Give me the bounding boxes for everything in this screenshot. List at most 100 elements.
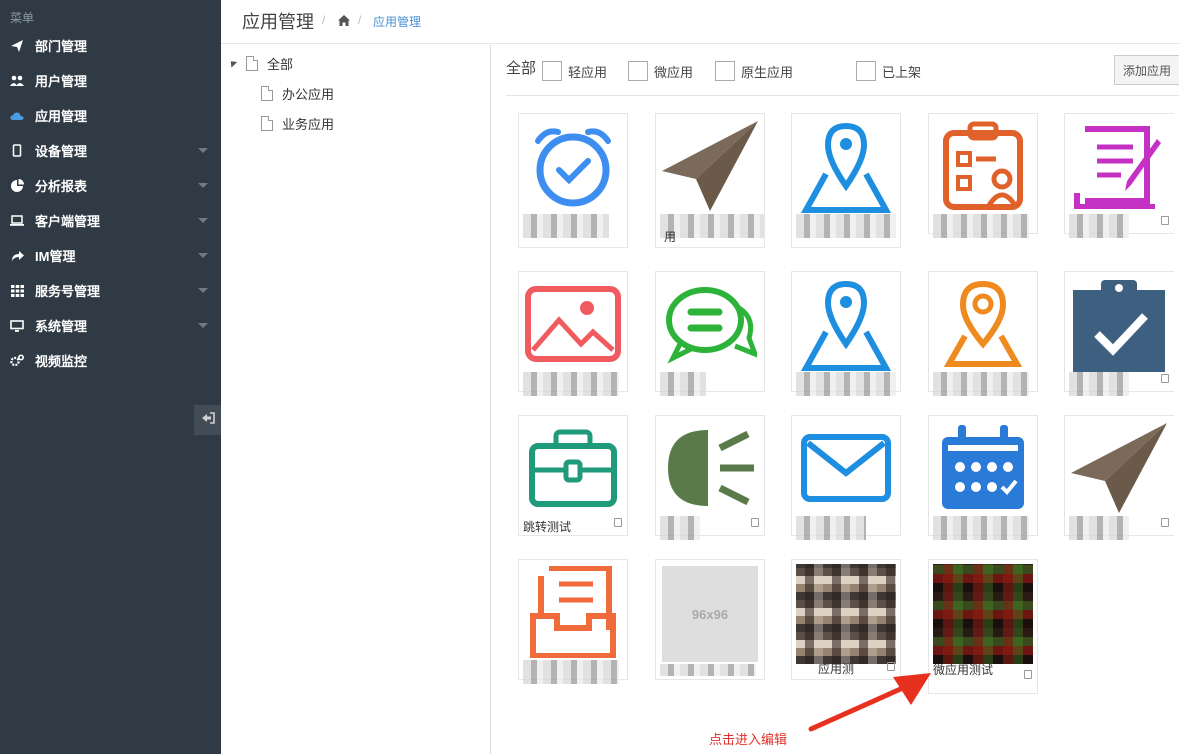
sidebar-item-reports[interactable]: 分析报表 <box>0 168 221 203</box>
sidebar-item-devices[interactable]: 设备管理 <box>0 133 221 168</box>
file-icon <box>261 115 273 131</box>
envelope-icon <box>796 420 896 516</box>
pie-chart-icon <box>10 179 24 193</box>
document-pen-icon <box>1069 118 1169 214</box>
app-grid-panel: 全部 轻应用 微应用 原生应用 已上架 添加应用 用 跳转测试 96x96 应用… <box>492 45 1179 754</box>
redacted-name <box>796 214 896 238</box>
sidebar-item-label: 服务号管理 <box>35 284 101 299</box>
app-card[interactable]: 跳转测试 <box>518 415 628 536</box>
checkbox-label: 原生应用 <box>741 64 794 80</box>
app-card[interactable] <box>928 113 1038 238</box>
breadcrumb-current[interactable]: 应用管理 <box>373 13 421 30</box>
sidebar-collapse-button[interactable] <box>194 405 221 435</box>
app-card[interactable] <box>655 271 765 396</box>
filter-native-app[interactable]: 原生应用 <box>715 61 793 81</box>
app-card[interactable] <box>518 271 628 396</box>
sidebar-item-system[interactable]: 系统管理 <box>0 308 221 343</box>
redacted-name <box>660 372 706 396</box>
sidebar-item-clients[interactable]: 客户端管理 <box>0 203 221 238</box>
app-card[interactable]: 96x96 <box>655 559 765 680</box>
filter-all[interactable]: 全部 <box>506 57 536 78</box>
menu-title: 菜单 <box>10 11 35 25</box>
tree-node-business[interactable]: 业务应用 <box>261 113 334 133</box>
app-card[interactable] <box>928 271 1038 396</box>
redacted-name <box>933 372 1029 396</box>
app-card[interactable] <box>791 113 901 248</box>
briefcase-icon <box>523 420 623 516</box>
checkbox[interactable] <box>715 61 735 81</box>
chevron-down-icon <box>198 148 208 153</box>
tree-expand-icon[interactable] <box>227 58 238 68</box>
chevron-down-icon <box>198 323 208 328</box>
home-icon[interactable] <box>338 13 350 31</box>
tree-node-office[interactable]: 办公应用 <box>261 83 334 103</box>
sidebar-item-label: 客户端管理 <box>35 214 101 229</box>
page-title: 应用管理 <box>242 12 314 32</box>
app-card[interactable]: 微应用测试 <box>928 559 1038 694</box>
app-card[interactable] <box>1064 271 1174 396</box>
checkbox[interactable] <box>542 61 562 81</box>
app-card[interactable] <box>1064 415 1174 540</box>
app-card[interactable]: 用 <box>655 113 765 248</box>
app-card[interactable] <box>791 415 901 540</box>
redacted-name <box>1069 214 1129 238</box>
app-card[interactable]: 应用测 <box>791 559 901 680</box>
annotation-arrow <box>808 673 931 732</box>
grid-icon <box>10 284 24 298</box>
sidebar-item-service[interactable]: 服务号管理 <box>0 273 221 308</box>
alarm-clock-icon <box>523 118 623 214</box>
checkbox[interactable] <box>628 61 648 81</box>
placeholder-label: 96x96 <box>691 606 729 622</box>
sidebar-item-users[interactable]: 用户管理 <box>0 63 221 98</box>
filter-light-app[interactable]: 轻应用 <box>542 61 607 81</box>
checkbox[interactable] <box>856 61 876 81</box>
share-arrow-icon <box>10 249 24 263</box>
tree-node-label: 办公应用 <box>282 86 335 102</box>
redacted-name <box>660 516 700 540</box>
sidebar-item-apps[interactable]: 应用管理 <box>0 98 221 133</box>
redacted-name <box>523 372 619 396</box>
app-card[interactable] <box>518 559 628 684</box>
chevron-down-icon <box>198 253 208 258</box>
redacted-name <box>796 516 866 540</box>
html5-icon <box>1024 670 1032 679</box>
clipboard-check-icon <box>1069 276 1169 372</box>
filter-bar: 全部 轻应用 微应用 原生应用 已上架 添加应用 <box>506 55 1179 85</box>
cogs-icon <box>10 354 24 368</box>
sidebar-item-im[interactable]: IM管理 <box>0 238 221 273</box>
filter-published[interactable]: 已上架 <box>856 61 921 81</box>
checkbox-label: 已上架 <box>882 64 922 80</box>
app-name: 跳转测试 <box>523 520 572 534</box>
sidebar-item-label: 系统管理 <box>35 319 88 334</box>
clipboard-person-icon <box>933 118 1033 214</box>
redacted-name <box>1069 516 1129 540</box>
sidebar-item-label: 部门管理 <box>35 39 88 54</box>
app-card[interactable] <box>1064 113 1174 238</box>
sidebar-item-department[interactable]: 部门管理 <box>0 28 221 63</box>
chat-bubbles-icon <box>660 276 760 372</box>
html5-icon <box>1161 374 1169 383</box>
users-icon <box>10 74 24 88</box>
app-card[interactable] <box>518 113 628 248</box>
app-card[interactable] <box>655 415 765 540</box>
html5-icon <box>1161 518 1169 527</box>
annotation-label: 点击进入编辑 <box>709 732 788 747</box>
app-card[interactable] <box>928 415 1038 540</box>
checkbox-label: 轻应用 <box>568 64 608 80</box>
redacted-name <box>660 664 756 676</box>
tree-node-all[interactable]: 全部 <box>246 53 293 73</box>
placeholder-image: 96x96 <box>662 566 758 662</box>
sidebar-item-video[interactable]: 视频监控 <box>0 343 221 378</box>
paper-plane-icon <box>660 118 760 214</box>
sidebar-item-label: 应用管理 <box>35 109 88 124</box>
sign-out-icon <box>201 411 215 429</box>
map-pin-icon <box>796 276 896 372</box>
paper-plane-icon <box>10 39 24 53</box>
divider <box>506 95 1179 96</box>
filter-micro-app[interactable]: 微应用 <box>628 61 693 81</box>
app-card[interactable] <box>791 271 901 396</box>
tree-node-label: 业务应用 <box>282 116 335 132</box>
cloud-icon <box>10 109 24 123</box>
redacted-name <box>1069 372 1129 396</box>
add-app-button[interactable]: 添加应用 <box>1114 55 1179 85</box>
